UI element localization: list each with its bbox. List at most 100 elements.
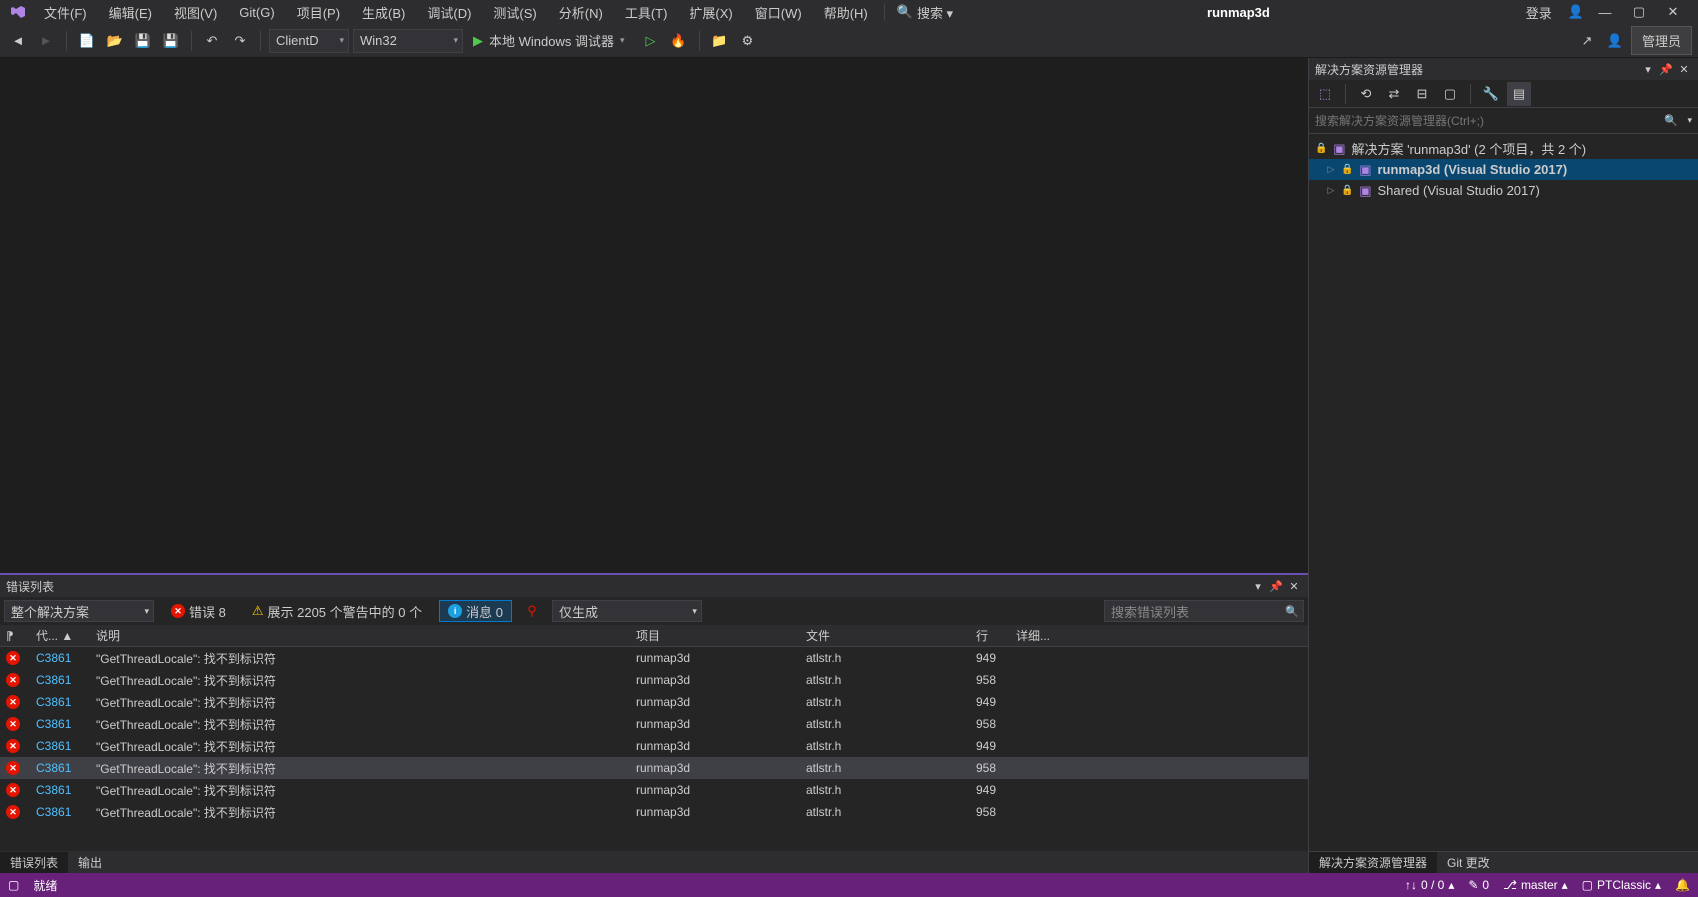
nav-back-button[interactable]: ◄: [6, 29, 30, 53]
menu-test[interactable]: 测试(S): [483, 1, 546, 24]
menu-git[interactable]: Git(G): [229, 3, 284, 22]
error-row[interactable]: ✕C3861"GetThreadLocale": 找不到标识符runmap3da…: [0, 691, 1308, 713]
error-desc: "GetThreadLocale": 找不到标识符: [90, 738, 630, 755]
error-icon: ✕: [6, 673, 20, 687]
close-button[interactable]: ✕: [1660, 2, 1686, 22]
error-code: C3861: [30, 673, 90, 687]
menu-edit[interactable]: 编辑(E): [99, 1, 162, 24]
refresh-button[interactable]: ⟲: [1354, 82, 1378, 106]
folder-button[interactable]: 📁: [708, 29, 732, 53]
share-button[interactable]: ↗: [1575, 29, 1599, 53]
sync-button[interactable]: ⇄: [1382, 82, 1406, 106]
save-button[interactable]: 💾: [131, 29, 155, 53]
menu-tools[interactable]: 工具(T): [615, 1, 678, 24]
filter-button[interactable]: ⚲: [520, 599, 544, 623]
expand-arrow-icon[interactable]: ▷: [1325, 164, 1337, 176]
error-row[interactable]: ✕C3861"GetThreadLocale": 找不到标识符runmap3da…: [0, 713, 1308, 735]
open-file-button[interactable]: 📂: [103, 29, 127, 53]
panel-close-button[interactable]: ✕: [1286, 578, 1302, 594]
sign-in-link[interactable]: 登录: [1526, 3, 1552, 22]
tab-output[interactable]: 输出: [68, 852, 112, 873]
panel-pin-button[interactable]: 📌: [1268, 578, 1284, 594]
status-notifications[interactable]: 🔔: [1675, 878, 1690, 892]
col-code[interactable]: 代... ▲: [30, 627, 90, 644]
search-error-list[interactable]: 搜索错误列表: [1104, 600, 1304, 622]
editor-empty: [0, 58, 1308, 573]
scope-dropdown[interactable]: 整个解决方案: [4, 600, 154, 622]
col-file[interactable]: 文件: [800, 627, 970, 644]
warnings-toggle[interactable]: ⚠ 展示 2205 个警告中的 0 个: [243, 600, 431, 622]
menu-view[interactable]: 视图(V): [164, 1, 227, 24]
error-row[interactable]: ✕C3861"GetThreadLocale": 找不到标识符runmap3da…: [0, 757, 1308, 779]
status-repo[interactable]: ▢ PTClassic ▴: [1582, 878, 1661, 892]
solution-config-dropdown[interactable]: ClientD: [269, 29, 349, 53]
panel-options-button[interactable]: ▾: [1640, 61, 1656, 77]
col-detail[interactable]: 详细...: [1010, 627, 1308, 644]
tab-error-list[interactable]: 错误列表: [0, 852, 68, 873]
warnings-count-label: 展示 2205 个警告中的 0 个: [268, 602, 423, 621]
col-icon[interactable]: ⁋: [0, 629, 30, 643]
save-all-button[interactable]: 💾: [159, 29, 183, 53]
dropdown-icon[interactable]: ▾: [1687, 115, 1692, 126]
tab-git-changes[interactable]: Git 更改: [1437, 852, 1500, 873]
panel-options-button[interactable]: ▾: [1250, 578, 1266, 594]
error-line: 958: [970, 717, 1010, 731]
solution-search[interactable]: ▾: [1309, 108, 1698, 134]
tab-solution-explorer[interactable]: 解决方案资源管理器: [1309, 852, 1437, 873]
sign-in-icon[interactable]: 👤: [1568, 4, 1584, 20]
search-launcher[interactable]: 🔍 搜索 ▾: [891, 3, 959, 22]
hot-reload-button[interactable]: 🔥: [667, 29, 691, 53]
options-button[interactable]: ⚙: [736, 29, 760, 53]
error-list-header: 错误列表 ▾ 📌 ✕: [0, 575, 1308, 597]
menu-project[interactable]: 项目(P): [287, 1, 350, 24]
messages-toggle[interactable]: i 消息 0: [439, 600, 512, 622]
status-branch[interactable]: ⎇ master ▴: [1503, 878, 1568, 892]
menu-analyze[interactable]: 分析(N): [549, 1, 613, 24]
new-item-button[interactable]: 📄: [75, 29, 99, 53]
show-all-button[interactable]: ▢: [1438, 82, 1462, 106]
col-desc[interactable]: 说明: [90, 627, 630, 644]
menu-extensions[interactable]: 扩展(X): [679, 1, 742, 24]
feedback-button[interactable]: 👤: [1603, 29, 1627, 53]
error-row[interactable]: ✕C3861"GetThreadLocale": 找不到标识符runmap3da…: [0, 735, 1308, 757]
project-shared[interactable]: ▷ 🔒 ▣ Shared (Visual Studio 2017): [1309, 180, 1698, 201]
start-without-debugging-button[interactable]: ▷: [639, 29, 663, 53]
col-line[interactable]: 行: [970, 627, 1010, 644]
error-row[interactable]: ✕C3861"GetThreadLocale": 找不到标识符runmap3da…: [0, 647, 1308, 669]
error-desc: "GetThreadLocale": 找不到标识符: [90, 804, 630, 821]
undo-button[interactable]: ↶: [200, 29, 224, 53]
panel-pin-button[interactable]: 📌: [1658, 61, 1674, 77]
status-sync[interactable]: ↑↓ 0 / 0 ▴: [1405, 878, 1454, 892]
error-code: C3861: [30, 783, 90, 797]
menu-debug[interactable]: 调试(D): [417, 1, 481, 24]
menu-build[interactable]: 生成(B): [352, 1, 415, 24]
build-filter-dropdown[interactable]: 仅生成: [552, 600, 702, 622]
error-row[interactable]: ✕C3861"GetThreadLocale": 找不到标识符runmap3da…: [0, 801, 1308, 823]
home-button[interactable]: ⬚: [1313, 82, 1337, 106]
error-row[interactable]: ✕C3861"GetThreadLocale": 找不到标识符runmap3da…: [0, 779, 1308, 801]
error-list-panel: 错误列表 ▾ 📌 ✕ 整个解决方案 ✕ 错误 8 ⚠ 展示 2205 个警告中的…: [0, 573, 1308, 851]
properties-button[interactable]: 🔧: [1479, 82, 1503, 106]
menu-file[interactable]: 文件(F): [34, 1, 97, 24]
dropdown-arrow-icon: ▾: [620, 35, 625, 46]
errors-toggle[interactable]: ✕ 错误 8: [162, 600, 235, 622]
maximize-button[interactable]: ▢: [1626, 2, 1652, 22]
minimize-button[interactable]: —: [1592, 2, 1618, 22]
project-runmap3d[interactable]: ▷ 🔒 ▣ runmap3d (Visual Studio 2017): [1309, 159, 1698, 180]
panel-close-button[interactable]: ✕: [1676, 61, 1692, 77]
expand-arrow-icon[interactable]: ▷: [1325, 185, 1337, 197]
status-edits[interactable]: ✎ 0: [1468, 878, 1489, 892]
solution-root[interactable]: 🔒 ▣ 解决方案 'runmap3d' (2 个项目，共 2 个): [1309, 138, 1698, 159]
menu-window[interactable]: 窗口(W): [745, 1, 812, 24]
error-row[interactable]: ✕C3861"GetThreadLocale": 找不到标识符runmap3da…: [0, 669, 1308, 691]
menu-help[interactable]: 帮助(H): [814, 1, 878, 24]
redo-button[interactable]: ↷: [228, 29, 252, 53]
preview-button[interactable]: ▤: [1507, 82, 1531, 106]
col-project[interactable]: 项目: [630, 627, 800, 644]
solution-search-input[interactable]: [1315, 114, 1692, 128]
solution-tree: 🔒 ▣ 解决方案 'runmap3d' (2 个项目，共 2 个) ▷ 🔒 ▣ …: [1309, 134, 1698, 851]
platform-dropdown[interactable]: Win32: [353, 29, 463, 53]
collapse-button[interactable]: ⊟: [1410, 82, 1434, 106]
start-debugging-button[interactable]: ▶ 本地 Windows 调试器 ▾: [467, 29, 635, 53]
nav-forward-button[interactable]: ►: [34, 29, 58, 53]
